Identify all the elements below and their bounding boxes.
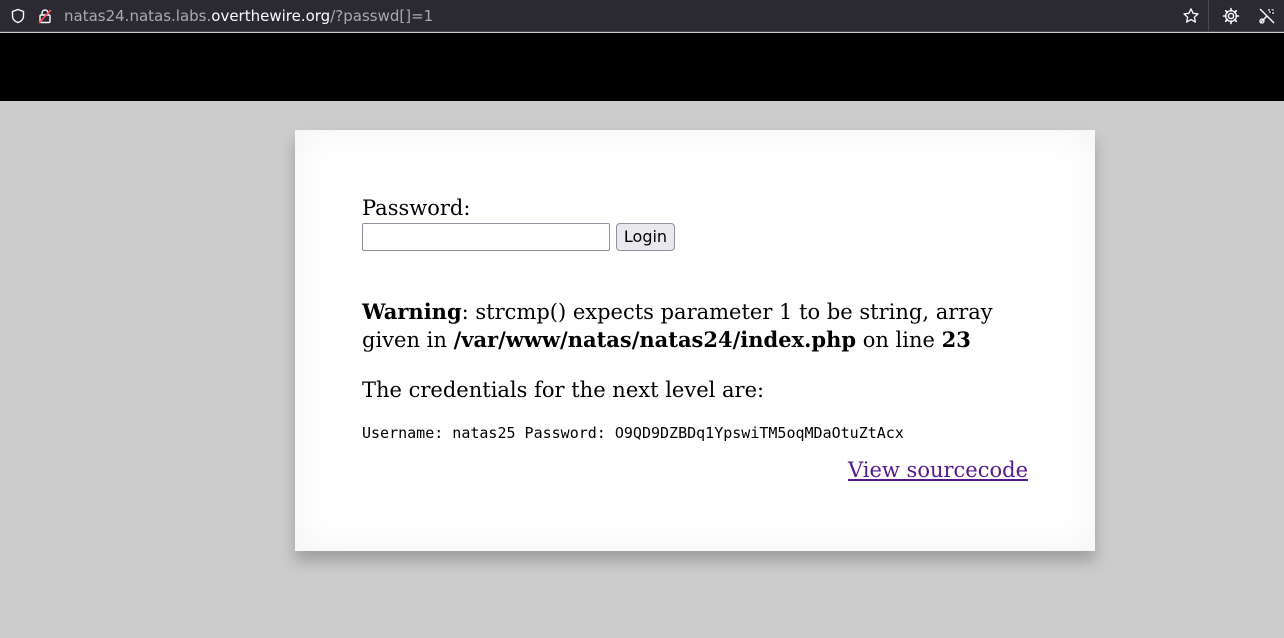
url-text[interactable]: natas24.natas.labs.overthewire.org/?pass… [64, 6, 433, 26]
warning-on-line: on line [856, 328, 942, 352]
gear-icon[interactable] [1221, 6, 1241, 26]
password-label: Password: [362, 196, 471, 220]
browser-toolbar: natas24.natas.labs.overthewire.org/?pass… [0, 0, 1284, 32]
warning-line-number: 23 [941, 327, 971, 352]
bookmark-star-icon[interactable] [1181, 6, 1201, 26]
password-input[interactable] [362, 223, 610, 251]
credentials-text: Username: natas25 Password: O9QD9DZBDq1Y… [362, 424, 904, 442]
warning-file: /var/www/natas/natas24/index.php [453, 327, 857, 352]
login-button[interactable]: Login [616, 223, 675, 251]
url-prefix: natas24.natas.labs. [64, 7, 212, 25]
url-bar[interactable]: natas24.natas.labs.overthewire.org/?pass… [0, 0, 1208, 31]
lock-warning-icon[interactable] [35, 6, 55, 26]
php-warning: Warning: strcmp() expects parameter 1 to… [362, 298, 1042, 354]
extension-icon[interactable] [1257, 6, 1277, 26]
shield-icon[interactable] [8, 6, 28, 26]
url-path: /?passwd[]=1 [330, 7, 434, 25]
url-domain: overthewire.org [211, 7, 331, 25]
view-sourcecode-link[interactable]: View sourcecode [848, 458, 1028, 482]
credentials-heading: The credentials for the next level are: [362, 378, 765, 402]
page-header [0, 33, 1284, 101]
content-card: Password: Login Warning: strcmp() expect… [295, 130, 1095, 551]
toolbar-divider [1208, 0, 1209, 31]
warning-prefix: Warning [362, 299, 462, 324]
